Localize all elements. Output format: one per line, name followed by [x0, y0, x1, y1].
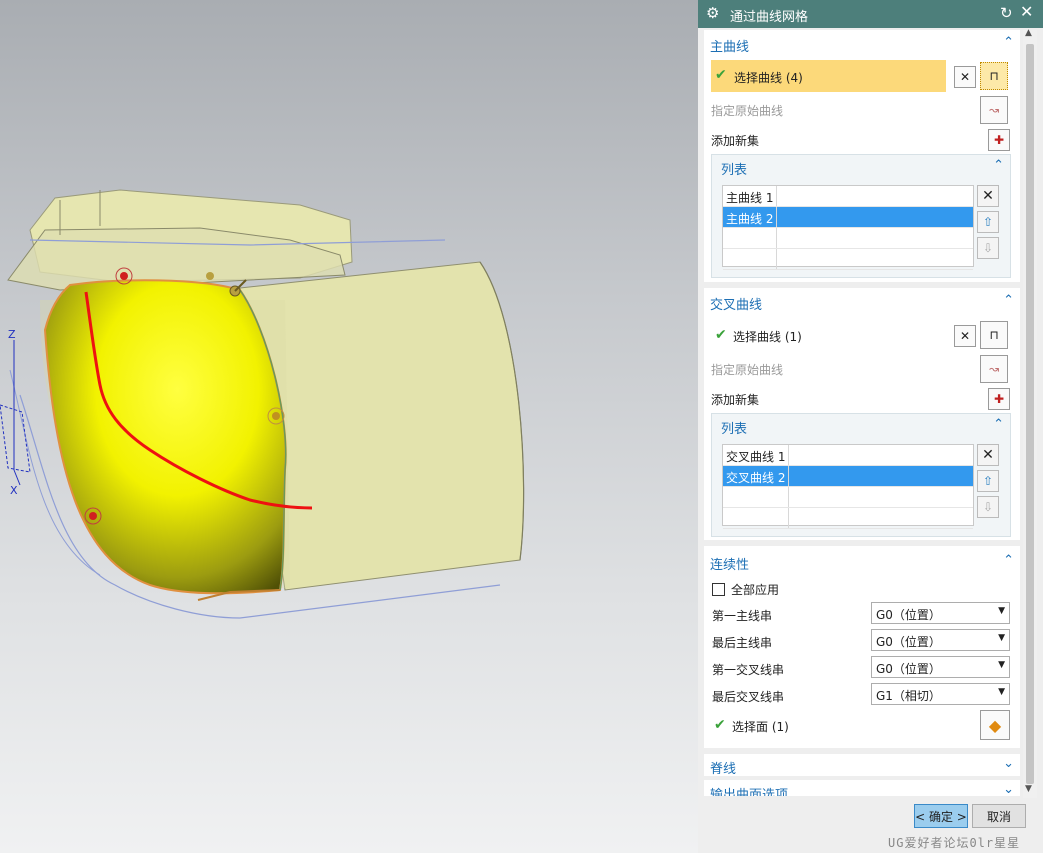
add-set-icon[interactable]: ✚: [988, 388, 1010, 410]
continuity-dropdown[interactable]: G1（相切） ▼: [871, 683, 1010, 705]
continuity-header[interactable]: 连续性: [710, 554, 749, 573]
chevron-down-icon: ▼: [998, 633, 1005, 643]
check-icon: ✔: [714, 717, 726, 733]
cross-curves-section: 交叉曲线 ⌃ ✔ 选择曲线 (1) ✕ ⊓ 指定原始曲线 ↝ 添加新集 ✚ 列表…: [704, 288, 1020, 540]
dialog-scrollbar[interactable]: ▲ ▼: [1023, 28, 1037, 798]
table-row[interactable]: 交叉曲线 1: [723, 445, 973, 466]
curve-rule-icon[interactable]: ⊓: [980, 62, 1008, 90]
table-row[interactable]: 交叉曲线 2: [723, 466, 973, 487]
curve-rule-icon[interactable]: ⊓: [980, 321, 1008, 349]
move-up-icon[interactable]: ⇧: [977, 211, 999, 233]
select-curve-label[interactable]: 选择曲线 (1): [733, 328, 802, 345]
collapse-caret-icon[interactable]: ⌃: [993, 417, 1004, 432]
spine-section[interactable]: 脊线 ⌄: [704, 754, 1020, 777]
chevron-down-icon: ▼: [998, 606, 1005, 616]
origin-curve-icon[interactable]: ↝: [980, 355, 1008, 383]
cross-curves-list-panel: 列表 ⌃ 交叉曲线 1 交叉曲线 2 ✕ ⇧ ⇩: [711, 413, 1011, 537]
mesh-surface[interactable]: [43, 279, 287, 595]
table-row[interactable]: [723, 508, 973, 529]
list-header[interactable]: 列表: [721, 159, 747, 178]
continuity-section: 连续性 ⌃ 全部应用 第一主线串 G0（位置） ▼ 最后主线串 G0（位置） ▼ 第…: [704, 546, 1020, 748]
collapse-caret-icon[interactable]: ⌃: [1003, 553, 1014, 568]
continuity-row-label: 最后交叉线串: [712, 690, 785, 704]
ok-button[interactable]: < 确定 >: [914, 804, 968, 828]
axis-x-label: X: [10, 484, 18, 497]
output-options-section[interactable]: 输出曲面选项 ⌄: [704, 780, 1020, 796]
select-face-label[interactable]: 选择面 (1): [732, 718, 789, 735]
scroll-up-icon[interactable]: ▲: [1025, 28, 1032, 38]
table-row[interactable]: 主曲线 2: [723, 207, 973, 228]
apply-all-checkbox[interactable]: 全部应用: [712, 581, 779, 598]
scroll-down-icon[interactable]: ▼: [1025, 784, 1032, 794]
expand-caret-icon[interactable]: ⌄: [1003, 782, 1014, 796]
cross-curves-table[interactable]: 交叉曲线 1 交叉曲线 2: [722, 444, 974, 529]
main-curves-list-panel: 列表 ⌃ 主曲线 1 主曲线 2 ✕ ⇧ ⇩: [711, 154, 1011, 278]
reset-icon[interactable]: ↻: [1000, 5, 1013, 21]
scrollbar-thumb[interactable]: [1026, 44, 1034, 784]
face-cube-icon[interactable]: ◆: [980, 710, 1010, 740]
watermark: UG爱好者论坛0lr星星: [888, 836, 1021, 850]
move-down-icon[interactable]: ⇩: [977, 496, 999, 518]
table-row[interactable]: 主曲线 1: [723, 186, 973, 207]
model-view[interactable]: Z X: [0, 0, 698, 853]
cross-curves-header[interactable]: 交叉曲线: [710, 294, 762, 313]
collapse-caret-icon[interactable]: ⌃: [1003, 293, 1014, 308]
cancel-button[interactable]: 取消: [972, 804, 1026, 828]
collapse-caret-icon[interactable]: ⌃: [1003, 35, 1014, 50]
select-main-curve-row[interactable]: ✔ 选择曲线 (4): [711, 60, 946, 92]
move-down-icon[interactable]: ⇩: [977, 237, 999, 259]
reverse-direction-icon[interactable]: ✕: [954, 66, 976, 88]
check-icon: ✔: [715, 67, 727, 83]
graphics-viewport[interactable]: Z X: [0, 0, 698, 853]
add-new-set-label: 添加新集: [711, 134, 760, 148]
remove-icon[interactable]: ✕: [977, 444, 999, 466]
axis-z-label: Z: [8, 328, 16, 341]
output-options-header[interactable]: 输出曲面选项: [710, 784, 788, 796]
checkbox-icon[interactable]: [712, 583, 725, 596]
select-curve-label: 选择曲线 (4): [734, 71, 803, 85]
close-icon[interactable]: ✕: [1020, 4, 1033, 20]
add-new-set-label: 添加新集: [711, 393, 760, 407]
chevron-down-icon: ▼: [998, 687, 1005, 697]
check-icon: ✔: [715, 327, 727, 343]
mesh-surface-dialog: ⚙ 通过曲线网格 ↻ ✕ 主曲线 ⌃ ✔ 选择曲线 (4) ✕ ⊓ 指定原始曲线…: [698, 0, 1043, 853]
list-header[interactable]: 列表: [721, 418, 747, 437]
continuity-dropdown[interactable]: G0（位置） ▼: [871, 602, 1010, 624]
table-row[interactable]: [723, 228, 973, 249]
continuity-dropdown[interactable]: G0（位置） ▼: [871, 656, 1010, 678]
dialog-title: 通过曲线网格: [730, 10, 809, 25]
main-curves-table[interactable]: 主曲线 1 主曲线 2: [722, 185, 974, 270]
continuity-row-label: 第一交叉线串: [712, 663, 785, 677]
continuity-row-label: 第一主线串: [712, 609, 773, 623]
reverse-direction-icon[interactable]: ✕: [954, 325, 976, 347]
origin-curve-icon[interactable]: ↝: [980, 96, 1008, 124]
continuity-dropdown[interactable]: G0（位置） ▼: [871, 629, 1010, 651]
gear-icon[interactable]: ⚙: [706, 5, 719, 21]
remove-icon[interactable]: ✕: [977, 185, 999, 207]
continuity-row-label: 最后主线串: [712, 636, 773, 650]
spine-header[interactable]: 脊线: [710, 758, 736, 777]
table-row[interactable]: [723, 249, 973, 270]
specify-origin-label: 指定原始曲线: [711, 363, 784, 377]
chevron-down-icon: ▼: [998, 660, 1005, 670]
main-curves-header[interactable]: 主曲线: [710, 36, 749, 55]
move-up-icon[interactable]: ⇧: [977, 470, 999, 492]
collapse-caret-icon[interactable]: ⌃: [993, 158, 1004, 173]
dialog-title-bar[interactable]: ⚙ 通过曲线网格 ↻ ✕: [698, 0, 1043, 28]
expand-caret-icon[interactable]: ⌄: [1003, 756, 1014, 771]
specify-origin-label: 指定原始曲线: [711, 104, 784, 118]
table-row[interactable]: [723, 487, 973, 508]
main-curves-section: 主曲线 ⌃ ✔ 选择曲线 (4) ✕ ⊓ 指定原始曲线 ↝ 添加新集 ✚ 列表 …: [704, 30, 1020, 282]
add-set-icon[interactable]: ✚: [988, 129, 1010, 151]
